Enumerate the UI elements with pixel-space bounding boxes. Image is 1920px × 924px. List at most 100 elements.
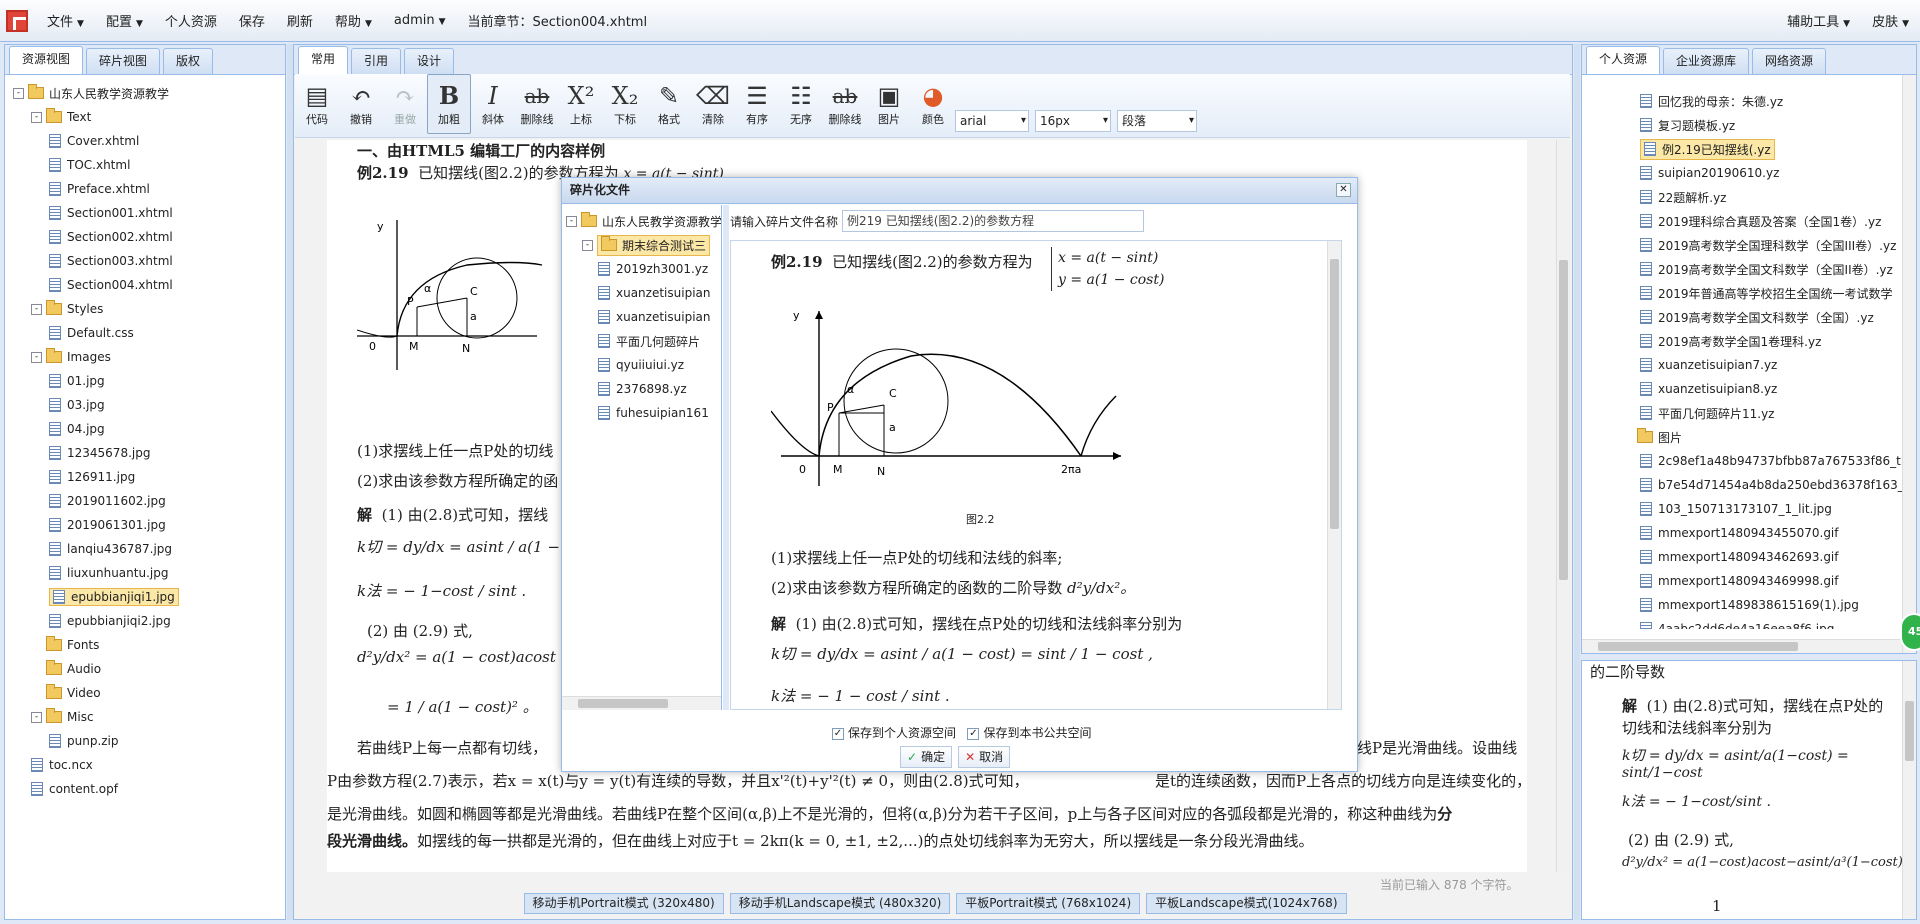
left-file-item[interactable]: Section002.xhtml	[13, 225, 285, 249]
menu-save[interactable]: 保存	[228, 11, 276, 30]
collapse-toggle-icon[interactable]: -	[13, 87, 24, 99]
toolbar-button-11[interactable]: ☷ 无序	[779, 74, 823, 134]
tab-copyright[interactable]: 版权	[163, 48, 214, 74]
left-file-item[interactable]: Section003.xhtml	[13, 249, 285, 273]
collapse-toggle-icon[interactable]: -	[582, 239, 593, 251]
menu-config[interactable]: 配置 ▼	[95, 11, 154, 30]
menu-tools[interactable]: 辅助工具 ▼	[1776, 11, 1861, 30]
left-file-item[interactable]: epubbianjiqi2.jpg	[13, 609, 285, 633]
collapse-toggle-icon[interactable]: -	[31, 351, 42, 363]
left-file-item[interactable]: Cover.xhtml	[13, 129, 285, 153]
dlg-file-item[interactable]: 2376898.yz	[566, 377, 721, 401]
right-splitter[interactable]	[1574, 44, 1580, 920]
right-file-item[interactable]: b7e54d71454a4b8da250ebd36378f163_th.j	[1622, 473, 1916, 497]
left-file-item[interactable]: 04.jpg	[13, 417, 285, 441]
toolbar-button-12[interactable]: ab 删除线	[823, 74, 867, 134]
ok-button[interactable]: ✓ 确定	[900, 746, 953, 768]
right-file-item[interactable]: 2c98ef1a48b94737bfbb87a767533f86_th.jp	[1622, 449, 1916, 473]
left-file-item[interactable]: 12345678.jpg	[13, 441, 285, 465]
right-file-item[interactable]: 2019理科综合真题及答案（全国1卷）.yz	[1622, 209, 1916, 233]
menu-refresh[interactable]: 刷新	[276, 11, 324, 30]
menu-skin[interactable]: 皮肤 ▼	[1861, 11, 1920, 30]
left-file-item[interactable]: Section001.xhtml	[13, 201, 285, 225]
left-file-item[interactable]: 126911.jpg	[13, 465, 285, 489]
dlg-file-item[interactable]: xuanzetisuipian	[566, 281, 721, 305]
editor-scroll-thumb[interactable]	[1559, 260, 1568, 580]
close-icon[interactable]: ✕	[1336, 183, 1351, 197]
right-vscroll[interactable]	[1902, 75, 1916, 653]
mode-phone-portrait[interactable]: 移动手机Portrait模式 (320x480)	[523, 893, 724, 914]
left-folder-item[interactable]: - Misc	[13, 705, 285, 729]
tab-enterprise-library[interactable]: 企业资源库	[1663, 48, 1750, 74]
left-file-item[interactable]: 01.jpg	[13, 369, 285, 393]
menu-personal[interactable]: 个人资源	[154, 11, 228, 30]
toolbar-button-1[interactable]: ↶ 撤销	[339, 74, 383, 134]
toolbar-button-5[interactable]: ab 删除线	[515, 74, 559, 134]
preview-scrollbar[interactable]	[1902, 661, 1916, 919]
collapse-toggle-icon[interactable]: -	[566, 215, 577, 227]
left-file-item[interactable]: 2019011602.jpg	[13, 489, 285, 513]
left-file-item[interactable]: TOC.xhtml	[13, 153, 285, 177]
left-file-item[interactable]: lanqiu436787.jpg	[13, 537, 285, 561]
toolbar-button-3[interactable]: B 加粗	[427, 74, 471, 134]
right-file-item[interactable]: 4aabc2dd6de4a16eea8f6.jpg	[1622, 617, 1916, 629]
save-personal-checkbox[interactable]: ✓ 保存到个人资源空间	[832, 726, 956, 740]
dlg-file-item[interactable]: 平面几何题碎片	[566, 329, 721, 353]
right-file-item[interactable]: 103_150713173107_1_lit.jpg	[1622, 497, 1916, 521]
left-folder-item[interactable]: Audio	[13, 657, 285, 681]
right-file-item[interactable]: 2019年普通高等学校招生全国统一考试数学	[1622, 281, 1916, 305]
dlg-folder-item[interactable]: - 山东人民教学资源教学	[566, 209, 721, 233]
right-file-item[interactable]: mmexport1480943462693.gif	[1622, 545, 1916, 569]
toolbar-button-6[interactable]: X² 上标	[559, 74, 603, 134]
mode-phone-landscape[interactable]: 移动手机Landscape模式 (480x320)	[729, 893, 951, 914]
left-folder-item[interactable]: - 山东人民教学资源教学	[13, 81, 285, 105]
dlg-folder-item[interactable]: - 期末综合测试三	[566, 233, 721, 257]
right-file-item[interactable]: 回忆我的母亲：朱德.yz	[1622, 89, 1916, 113]
toolbar-button-13[interactable]: ▣ 图片	[867, 74, 911, 134]
right-file-item[interactable]: 2019高考数学全国1卷理科.yz	[1622, 329, 1916, 353]
left-folder-item[interactable]: Fonts	[13, 633, 285, 657]
left-file-item[interactable]: 2019061301.jpg	[13, 513, 285, 537]
right-file-item[interactable]: xuanzetisuipian8.yz	[1622, 377, 1916, 401]
left-file-item[interactable]: liuxunhuantu.jpg	[13, 561, 285, 585]
toolbar-button-14[interactable]: ◕ 颜色	[911, 74, 955, 134]
tab-personal-resources[interactable]: 个人资源	[1586, 46, 1661, 74]
left-folder-item[interactable]: Video	[13, 681, 285, 705]
tab-fragment-view[interactable]: 碎片视图	[86, 48, 161, 74]
menu-user[interactable]: admin ▼	[383, 13, 457, 28]
mode-tablet-portrait[interactable]: 平板Portrait模式 (768x1024)	[956, 893, 1141, 914]
menu-help[interactable]: 帮助 ▼	[324, 11, 383, 30]
right-file-item[interactable]: 22题解析.yz	[1622, 185, 1916, 209]
left-file-item[interactable]: Default.css	[13, 321, 285, 345]
toolbar-button-8[interactable]: ✎ 格式	[647, 74, 691, 134]
right-folder-item[interactable]: 图片	[1622, 425, 1916, 449]
collapse-toggle-icon[interactable]: -	[31, 711, 42, 723]
save-public-checkbox[interactable]: ✓ 保存到本书公共空间	[967, 726, 1091, 740]
dlg-file-item[interactable]: fuhesuipian161	[566, 401, 721, 425]
right-file-item[interactable]: mmexport1480943469998.gif	[1622, 569, 1916, 593]
paragraph-select[interactable]: 段落	[1117, 110, 1197, 132]
mode-tablet-landscape[interactable]: 平板Landscape模式(1024x768)	[1146, 893, 1347, 914]
font-size-select[interactable]: 16px	[1035, 110, 1111, 132]
tab-common[interactable]: 常用	[298, 46, 349, 74]
right-file-item[interactable]: mmexport1489838615169(1).jpg	[1622, 593, 1916, 617]
left-folder-item[interactable]: - Images	[13, 345, 285, 369]
left-file-item[interactable]: content.opf	[13, 777, 285, 801]
cancel-button[interactable]: ✕ 取消	[958, 746, 1011, 768]
right-file-item[interactable]: 复习题模板.yz	[1622, 113, 1916, 137]
toolbar-button-10[interactable]: ☰ 有序	[735, 74, 779, 134]
left-folder-item[interactable]: - Text	[13, 105, 285, 129]
right-file-item[interactable]: suipian20190610.yz	[1622, 161, 1916, 185]
fragment-name-input[interactable]: 例219 已知摆线(图2.2)的参数方程	[842, 210, 1145, 232]
dlg-file-item[interactable]: qyuiiuiui.yz	[566, 353, 721, 377]
menu-file[interactable]: 文件 ▼	[36, 11, 95, 30]
left-file-item[interactable]: 03.jpg	[13, 393, 285, 417]
tab-reference[interactable]: 引用	[351, 48, 402, 74]
dlg-file-item[interactable]: xuanzetisuipian	[566, 305, 721, 329]
right-file-item[interactable]: mmexport1480943455070.gif	[1622, 521, 1916, 545]
left-folder-item[interactable]: - Styles	[13, 297, 285, 321]
collapse-toggle-icon[interactable]: -	[31, 111, 42, 123]
right-file-item[interactable]: 平面几何题碎片11.yz	[1622, 401, 1916, 425]
notification-badge[interactable]: 45	[1900, 613, 1920, 651]
right-file-item[interactable]: 例2.19已知摆线(.yz	[1622, 137, 1916, 161]
